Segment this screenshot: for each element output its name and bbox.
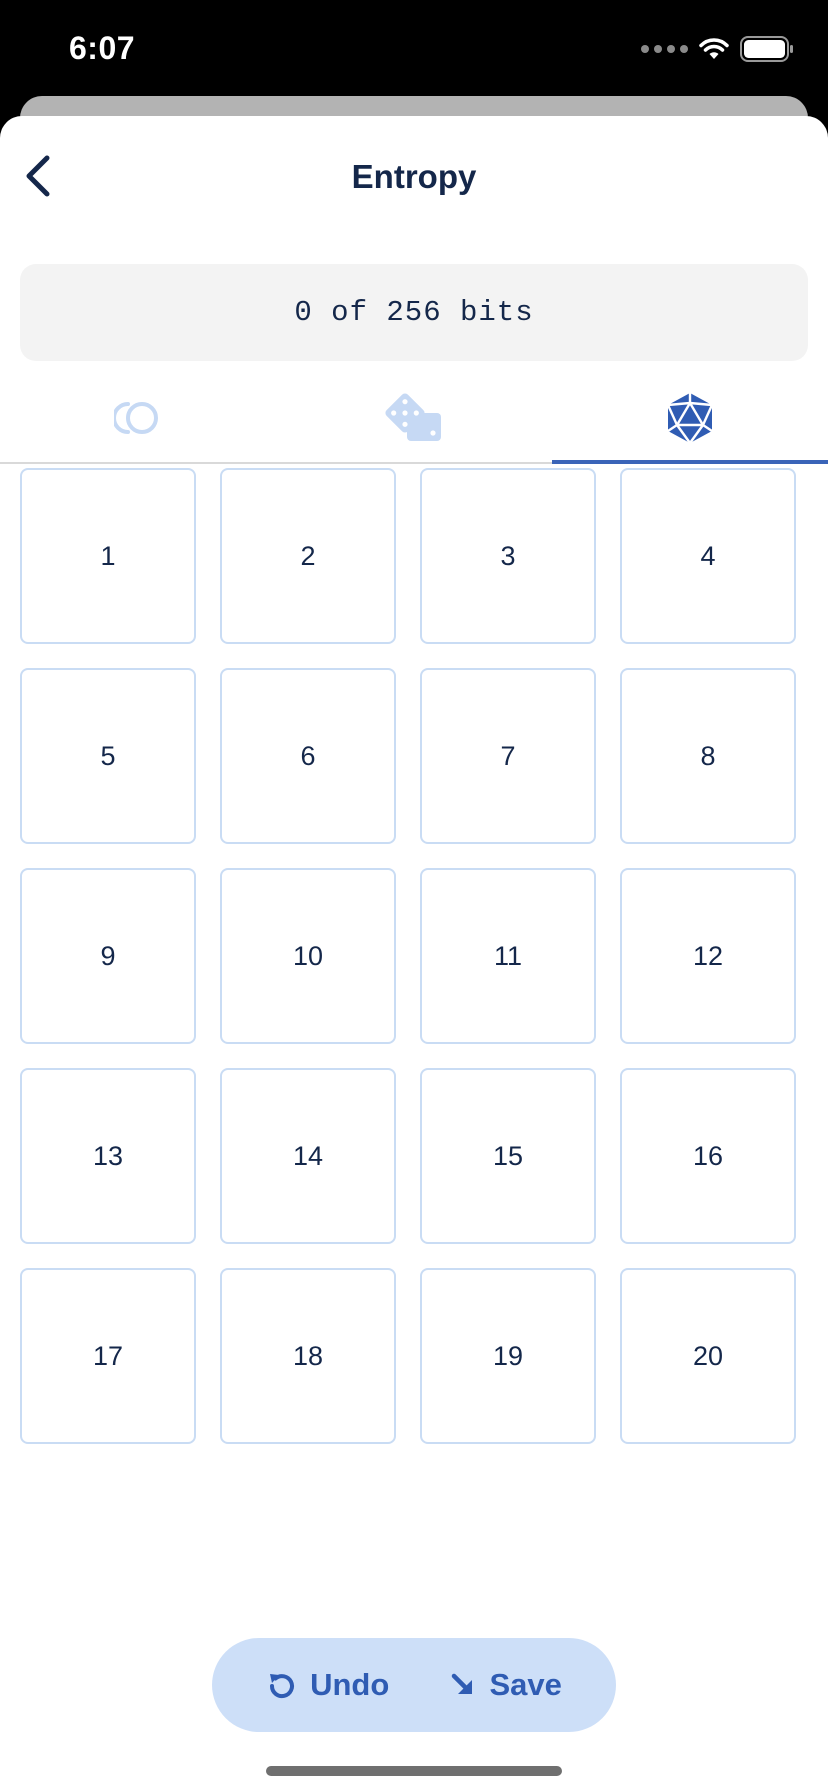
- value-button-14[interactable]: 14: [220, 1068, 396, 1244]
- status-icons: [641, 34, 794, 64]
- value-button-13[interactable]: 13: [20, 1068, 196, 1244]
- home-indicator: [266, 1766, 562, 1776]
- entropy-source-tabs: [0, 374, 828, 464]
- value-button-17[interactable]: 17: [20, 1268, 196, 1444]
- value-button-15[interactable]: 15: [420, 1068, 596, 1244]
- bits-counter: 0 of 256 bits: [20, 264, 808, 361]
- status-time: 6:07: [69, 30, 136, 66]
- save-label: Save: [489, 1667, 562, 1702]
- undo-button[interactable]: Undo: [266, 1667, 389, 1703]
- value-button-2[interactable]: 2: [220, 468, 396, 644]
- value-button-9[interactable]: 9: [20, 868, 196, 1044]
- value-button-8[interactable]: 8: [620, 668, 796, 844]
- value-button-6[interactable]: 6: [220, 668, 396, 844]
- dice-icon: [385, 393, 441, 441]
- value-button-5[interactable]: 5: [20, 668, 196, 844]
- action-bar: Undo Save: [212, 1638, 616, 1732]
- undo-icon: [270, 1674, 295, 1699]
- value-button-19[interactable]: 19: [420, 1268, 596, 1444]
- tab-dice[interactable]: [276, 374, 552, 462]
- value-button-20[interactable]: 20: [620, 1268, 796, 1444]
- battery-icon: [740, 36, 793, 62]
- value-button-12[interactable]: 12: [620, 868, 796, 1044]
- value-button-10[interactable]: 10: [220, 868, 396, 1044]
- save-arrow-icon: [452, 1673, 473, 1694]
- value-button-4[interactable]: 4: [620, 468, 796, 644]
- d20-value-grid: 1 2 3 4 5 6 7 8 9 10 11 12 13 14 15 16 1…: [20, 468, 796, 1444]
- value-button-1[interactable]: 1: [20, 468, 196, 644]
- nav-bar: Entropy: [0, 116, 828, 244]
- save-button[interactable]: Save: [449, 1667, 562, 1703]
- value-button-3[interactable]: 3: [420, 468, 596, 644]
- tab-d20[interactable]: [552, 374, 828, 464]
- d20-icon: [666, 393, 714, 444]
- value-button-7[interactable]: 7: [420, 668, 596, 844]
- entropy-sheet: Entropy 0 of 256 bits 1 2 3 4 5 6 7 8 9 …: [0, 116, 828, 1792]
- value-button-18[interactable]: 18: [220, 1268, 396, 1444]
- cellular-signal-icon: [641, 45, 688, 53]
- page-title: Entropy: [351, 158, 477, 195]
- undo-label: Undo: [310, 1667, 390, 1702]
- wifi-icon: [699, 38, 729, 59]
- value-button-11[interactable]: 11: [420, 868, 596, 1044]
- value-button-16[interactable]: 16: [620, 1068, 796, 1244]
- coin-icon: [114, 402, 158, 434]
- tab-coin[interactable]: [0, 374, 276, 462]
- status-bar: 6:07: [0, 0, 828, 96]
